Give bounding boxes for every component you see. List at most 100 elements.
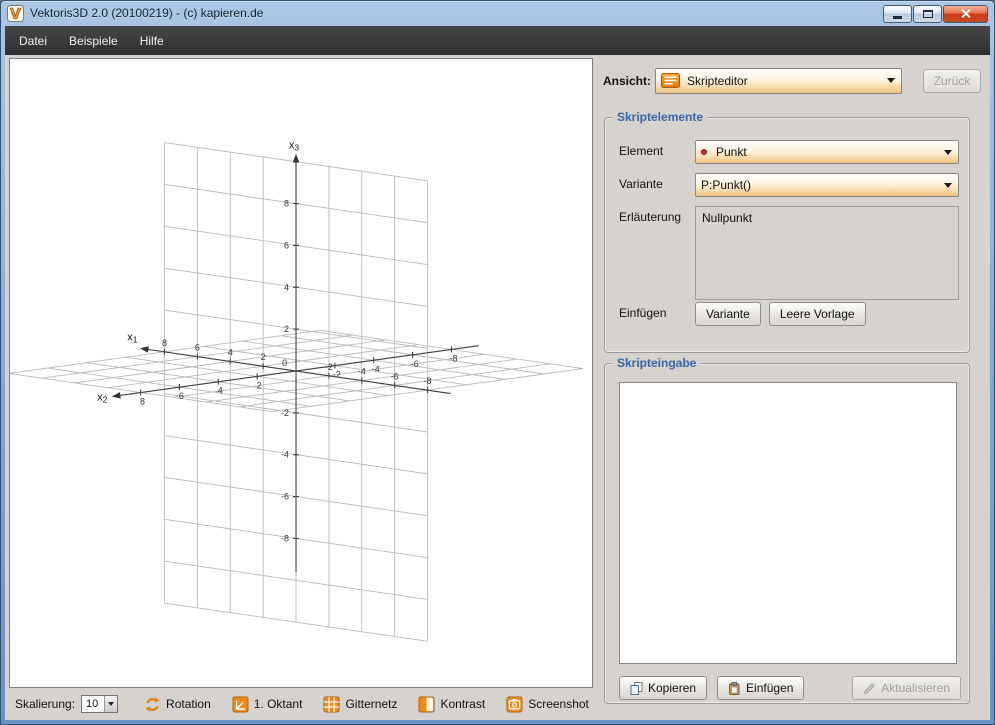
minimize-button[interactable] [883,5,912,23]
tick-label: 6 [179,391,184,401]
screenshot-button[interactable]: Screenshot [506,696,589,713]
axes: 222444666888-2-2-2-4-4-4-6-6-6-8-8-80x1x… [97,139,479,571]
tick-label: -2 [281,408,289,418]
element-combobox-value: Punkt [716,145,747,159]
skalierung-select[interactable]: 10 [81,695,118,713]
tick-label: -8 [424,376,432,386]
tick-label: -4 [372,364,380,374]
tick-label: 2 [257,380,262,390]
paste-icon [728,682,741,695]
point-icon [701,149,707,155]
application-window: Vektoris3D 2.0 (20100219) - (c) kapieren… [0,0,995,725]
contrast-icon [418,696,435,713]
template-buttons-row: Variante Leere Vorlage [695,302,866,326]
skalierung-label: Skalierung: [15,697,75,711]
skripteingabe-group: Skripteingabe Kopieren [604,363,970,704]
variante-combobox-value: P:Punkt() [701,178,751,192]
aktualisieren-button[interactable]: Aktualisieren [852,676,961,700]
view-selector-row: Ansicht: Skripteditor Zurück [603,67,981,94]
origin-label: 0 [282,358,287,368]
tick-label: 8 [284,199,289,209]
window-controls [883,4,988,23]
rotation-label: Rotation [166,697,211,711]
skriptelemente-title: Skriptelemente [613,110,707,124]
skalierung-dropdown-arrow[interactable] [104,696,117,712]
app-icon[interactable] [7,5,24,22]
edit-icon [863,682,876,695]
view-combobox-value: Skripteditor [687,74,748,88]
menu-beispiele[interactable]: Beispiele [58,26,129,55]
tick-label: -4 [281,450,289,460]
erlaeuterung-label: Erläuterung [619,210,681,224]
window-title: Vektoris3D 2.0 (20100219) - (c) kapieren… [30,6,263,20]
tick-label: -2 [325,362,333,372]
tick-label: 2 [284,324,289,334]
tick-label: -6 [411,359,419,369]
close-button[interactable] [943,5,988,23]
menu-datei[interactable]: Datei [8,26,58,55]
tick-label: 4 [218,386,223,396]
title-bar[interactable]: Vektoris3D 2.0 (20100219) - (c) kapieren… [1,1,994,25]
variante-label: Variante [619,177,663,191]
screenshot-label: Screenshot [528,697,589,711]
tick-label: 2 [261,352,266,362]
element-combobox[interactable]: Punkt [695,140,959,164]
tick-label: -2 [333,370,341,380]
tick-label: 4 [228,347,233,357]
kontrast-label: Kontrast [440,697,485,711]
skriptelemente-group: Skriptelemente Element Punkt Variante P:… [604,117,970,353]
kopieren-button[interactable]: Kopieren [619,676,707,700]
grid-icon [323,696,340,713]
element-label: Element [619,144,663,158]
axis-label-x1: x1 [127,332,137,345]
tick-label: -6 [391,371,399,381]
tick-label: 8 [162,338,167,348]
right-panel: Ansicht: Skripteditor Zurück [601,55,990,720]
tick-label: -8 [449,353,457,363]
tick-label: 8 [140,396,145,406]
maximize-icon [923,10,933,18]
script-buttons-row: Kopieren Einfügen [619,676,961,700]
tick-label: -8 [281,533,289,543]
view-combobox[interactable]: Skripteditor [655,68,902,94]
variante-button[interactable]: Variante [695,302,761,326]
kontrast-toggle[interactable]: Kontrast [418,696,485,713]
minimize-icon [893,16,902,19]
content-area: 222444666888-2-2-2-4-4-4-6-6-6-8-8-80x1x… [5,55,990,720]
octant-toggle[interactable]: 1. Oktant [232,696,303,713]
app-body: Datei Beispiele Hilfe 222444666888-2-2-2… [5,26,990,720]
axis-label-x3: x3 [289,139,299,152]
coordinate-system-3d: 222444666888-2-2-2-4-4-4-6-6-6-8-8-80x1x… [10,59,592,687]
einfuegen-button[interactable]: Einfügen [717,676,804,700]
chevron-down-icon [887,78,895,83]
tick-label: 4 [284,282,289,292]
ansicht-label: Ansicht: [603,74,655,88]
maximize-button[interactable] [913,5,942,23]
erlaeuterung-box: Nullpunkt [695,206,959,300]
rotation-toggle[interactable]: Rotation [144,696,211,713]
tick-label: 6 [284,240,289,250]
rotation-icon [144,696,161,713]
octant-icon [232,696,249,713]
tick-label: 6 [195,343,200,353]
skripteingabe-title: Skripteingabe [613,356,700,370]
zurueck-button[interactable]: Zurück [923,69,981,93]
menu-bar: Datei Beispiele Hilfe [5,26,990,55]
gitternetz-toggle[interactable]: Gitternetz [323,696,397,713]
tick-label: -6 [281,492,289,502]
chevron-down-icon [944,183,952,188]
tick-label: -4 [358,367,366,377]
screenshot-icon [506,696,523,713]
viewport-3d[interactable]: 222444666888-2-2-2-4-4-4-6-6-6-8-8-80x1x… [9,58,593,688]
script-icon [661,73,680,88]
axis-label-x2: x2 [97,391,107,404]
leere-vorlage-button[interactable]: Leere Vorlage [769,302,866,326]
gitternetz-label: Gitternetz [345,697,397,711]
bottom-toolbar: Skalierung: 10 Rotation [15,692,610,716]
chevron-down-icon [944,150,952,155]
variante-combobox[interactable]: P:Punkt() [695,173,959,197]
script-input-area[interactable] [619,382,957,664]
skalierung-value: 10 [82,696,104,712]
menu-hilfe[interactable]: Hilfe [129,26,175,55]
einfuegen-label: Einfügen [619,306,666,320]
